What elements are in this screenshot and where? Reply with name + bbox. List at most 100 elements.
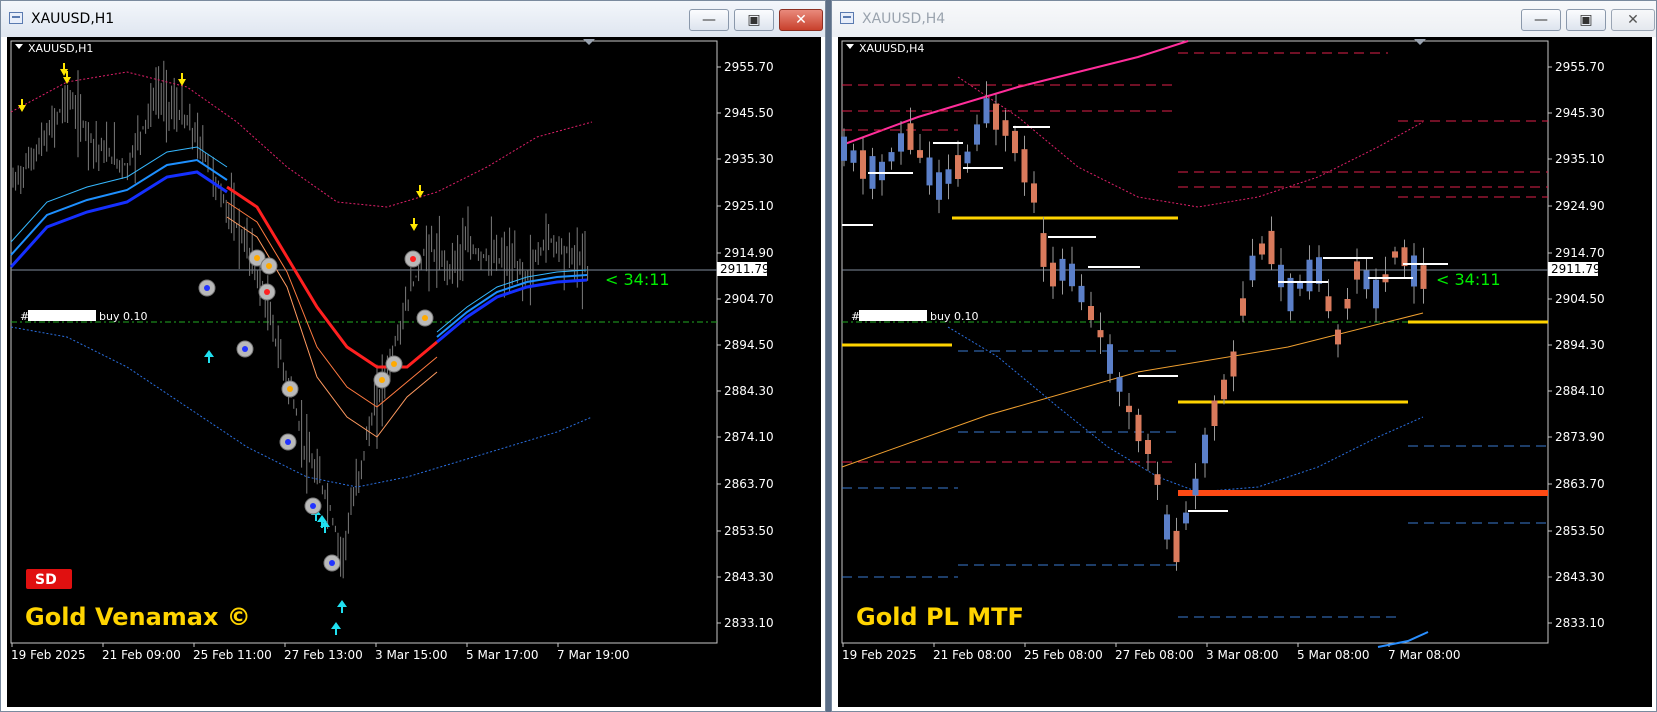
price-axis-label: 2833.10	[724, 616, 774, 630]
candle-body	[917, 150, 923, 158]
signal-marker-dot	[285, 439, 291, 445]
window-titlebar[interactable]: XAUUSD,H4 — ▣ ✕	[832, 1, 1656, 37]
chart-window-h4[interactable]: XAUUSD,H4 — ▣ ✕ 2955.70 2945.30 2935.10 292…	[831, 0, 1657, 712]
time-axis-label: 27 Feb 13:00	[284, 648, 363, 662]
price-axis-label: 2874.10	[724, 430, 774, 444]
candle-body	[1145, 440, 1151, 454]
candle-body	[1344, 299, 1351, 309]
candle-body	[1012, 130, 1018, 154]
candle-body	[1354, 261, 1360, 280]
candle-body	[1420, 265, 1427, 289]
chart-symbol-label: XAUUSD,H1	[28, 42, 93, 55]
candle-body	[1268, 230, 1275, 265]
price-axis-label: 2894.30	[1555, 338, 1605, 352]
candle-body	[1002, 120, 1009, 136]
price-axis-label: 2843.30	[724, 570, 774, 584]
signal-marker-dot	[422, 315, 428, 321]
maximize-icon: ▣	[747, 12, 761, 28]
price-axis-label: 2863.70	[724, 477, 774, 491]
chart-window-h1[interactable]: XAUUSD,H1 — ▣ ✕ 2955.70 2945.50 2935.30 292…	[0, 0, 826, 712]
candle-body	[1392, 251, 1398, 258]
candle-body	[1335, 329, 1341, 345]
candle-body	[1031, 183, 1037, 203]
chart-window-icon	[840, 12, 854, 24]
candle-body	[983, 98, 990, 124]
maximize-icon: ▣	[1579, 12, 1593, 28]
window-title: XAUUSD,H1	[31, 11, 115, 27]
current-price-label: 2911.79	[1551, 262, 1601, 276]
chart-area[interactable]: 2955.70 2945.30 2935.10 2924.90 2914.70 2904.…	[838, 37, 1652, 707]
price-chart[interactable]: 2955.70 2945.30 2935.10 2924.90 2914.70 2904.…	[838, 37, 1652, 707]
price-axis-label: 2884.10	[1555, 384, 1605, 398]
candle-body	[1116, 377, 1123, 392]
candle-body	[1325, 296, 1332, 312]
window-title: XAUUSD,H4	[862, 11, 946, 27]
candle-body	[1154, 474, 1161, 485]
time-axis-label: 3 Mar 15:00	[375, 648, 448, 662]
order-ticket-redacted	[859, 310, 927, 321]
candle-body	[1088, 306, 1094, 320]
candle-body	[936, 172, 942, 200]
window-titlebar[interactable]: XAUUSD,H1 — ▣ ✕	[1, 1, 825, 37]
candle-countdown: < 34:11	[1436, 270, 1501, 289]
order-label: buy 0.10	[930, 310, 978, 323]
price-axis-label: 2863.70	[1555, 477, 1605, 491]
close-button[interactable]: ✕	[779, 9, 823, 31]
candle-body	[1126, 405, 1132, 413]
candle-countdown: < 34:11	[605, 270, 670, 289]
minimize-button[interactable]: —	[1521, 9, 1561, 31]
price-axis-label: 2904.70	[724, 292, 774, 306]
price-axis-label: 2894.50	[724, 338, 774, 352]
signal-marker-dot	[410, 256, 416, 262]
candle-body	[1373, 279, 1379, 309]
candle-body	[888, 152, 895, 162]
candle-body	[926, 157, 933, 186]
price-axis-label: 2955.70	[724, 60, 774, 74]
candle-body	[1050, 262, 1056, 287]
minimize-icon: —	[1534, 12, 1548, 28]
candle-body	[945, 169, 952, 184]
chart-symbol-label: XAUUSD,H4	[859, 42, 924, 55]
maximize-button[interactable]: ▣	[1566, 9, 1606, 31]
candle-body	[1135, 414, 1142, 442]
chart-area[interactable]: 2955.70 2945.50 2935.30 2925.10 2914.90 2904.…	[7, 37, 821, 707]
price-axis-label: 2924.90	[1555, 199, 1605, 213]
candle-body	[907, 123, 914, 150]
price-axis-label: 2914.70	[1555, 246, 1605, 260]
maximize-button[interactable]: ▣	[734, 9, 774, 31]
price-axis-label: 2884.30	[724, 384, 774, 398]
time-axis-label: 19 Feb 2025	[842, 648, 917, 662]
time-axis-label: 25 Feb 11:00	[193, 648, 272, 662]
candle-body	[964, 151, 971, 164]
price-chart[interactable]: 2955.70 2945.50 2935.30 2925.10 2914.90 2904.…	[7, 37, 821, 707]
candle-body	[898, 133, 904, 152]
close-icon: ✕	[795, 12, 807, 28]
order-label: buy 0.10	[99, 310, 147, 323]
candle-body	[1249, 255, 1256, 281]
time-axis-label: 7 Mar 08:00	[1388, 648, 1461, 662]
candle-body	[1259, 243, 1265, 255]
candle-body	[1306, 259, 1313, 292]
candle-body	[1173, 530, 1180, 563]
candle-body	[1278, 264, 1284, 288]
price-axis-label: 2853.50	[724, 524, 774, 538]
signal-marker-dot	[379, 377, 385, 383]
order-hash: #	[851, 310, 860, 323]
signal-marker-dot	[287, 386, 293, 392]
candle-body	[1078, 285, 1085, 303]
order-ticket-redacted	[28, 310, 96, 321]
candle-body	[1211, 400, 1218, 426]
signal-marker-dot	[254, 255, 260, 261]
chart-window-icon	[9, 12, 23, 24]
candle-body	[1107, 344, 1113, 374]
candle-body	[974, 124, 980, 145]
signal-marker-dot	[310, 503, 316, 509]
candle-body	[1164, 514, 1170, 540]
close-button[interactable]: ✕	[1611, 9, 1655, 31]
price-axis-label: 2853.50	[1555, 524, 1605, 538]
price-axis-label: 2904.50	[1555, 292, 1605, 306]
order-hash: #	[20, 310, 29, 323]
time-axis-label: 21 Feb 08:00	[933, 648, 1012, 662]
candle-body	[993, 103, 999, 130]
minimize-button[interactable]: —	[689, 9, 729, 31]
